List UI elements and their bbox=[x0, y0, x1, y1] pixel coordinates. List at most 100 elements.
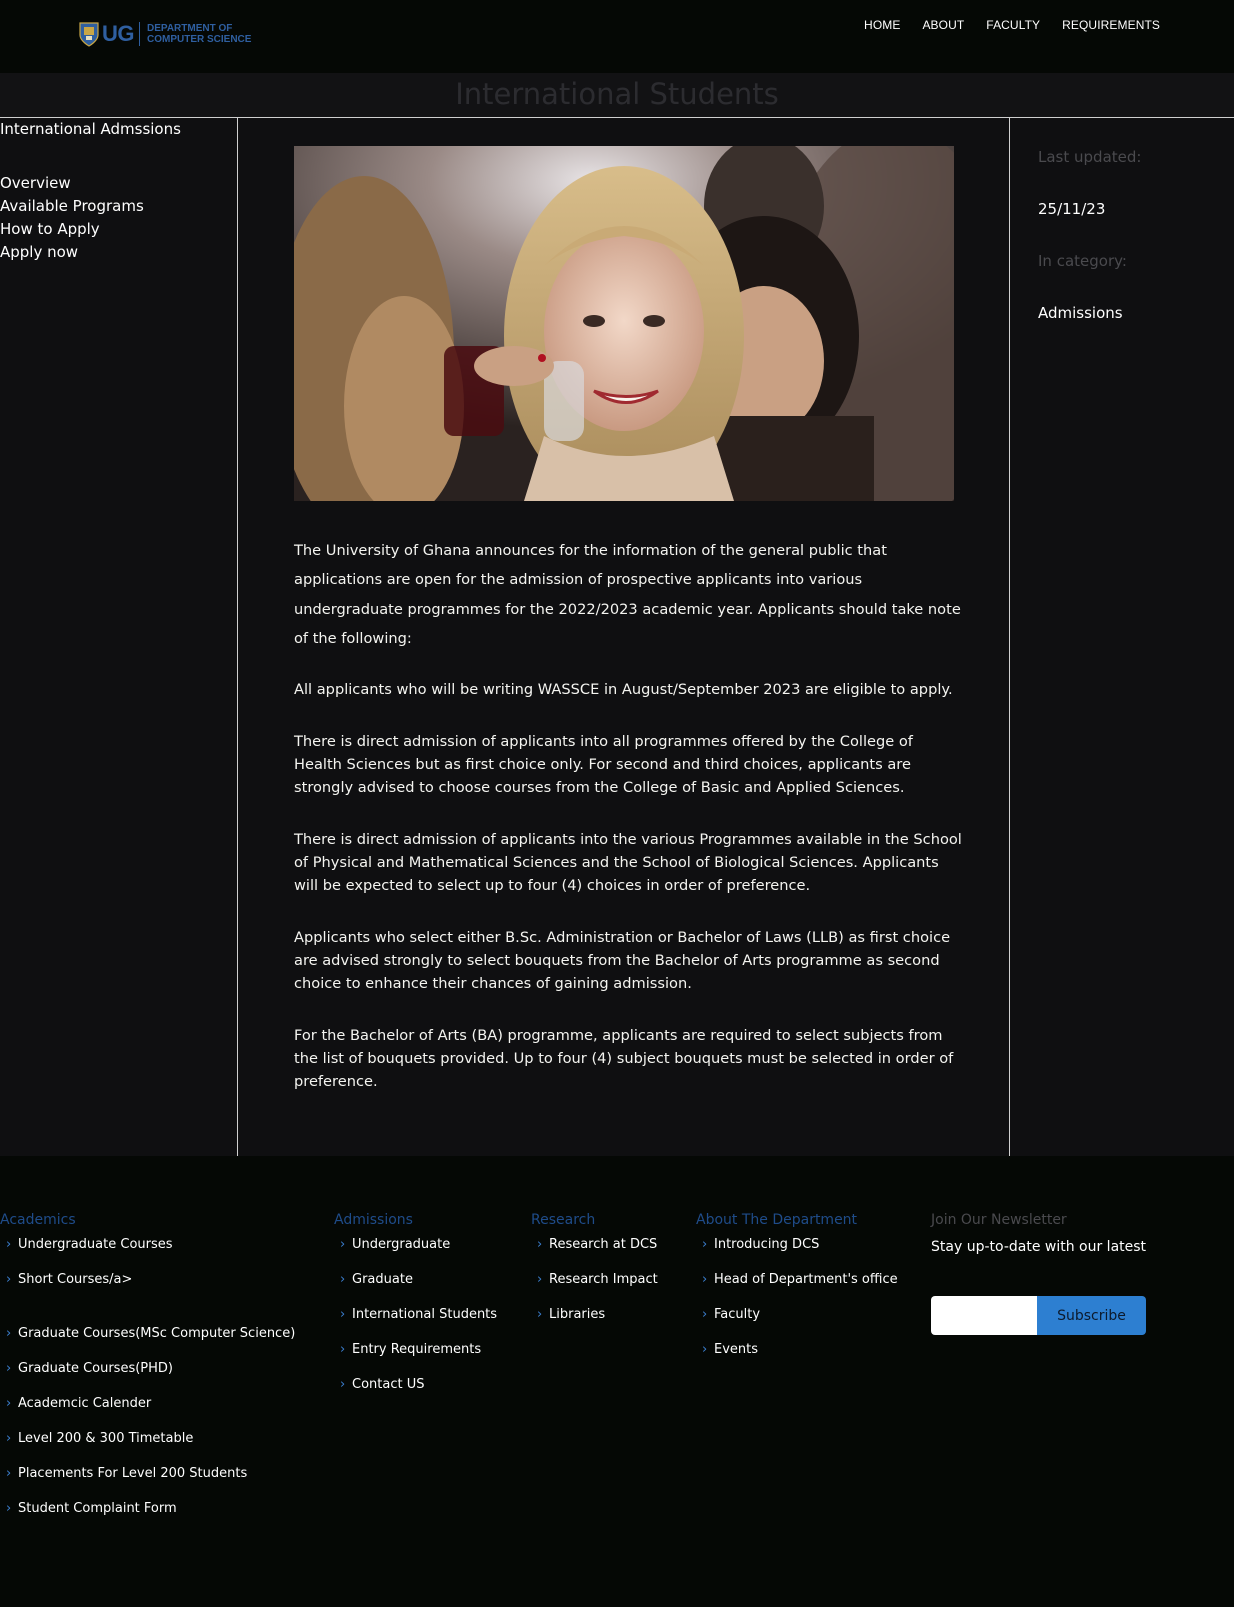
footer-link-label: Contact US bbox=[352, 1377, 425, 1392]
footer-link-label: Undergraduate bbox=[352, 1237, 451, 1252]
footer-admissions: Admissions › Undergraduate › Graduate › Inter… bbox=[334, 1212, 497, 1410]
footer-link[interactable]: › Events bbox=[696, 1340, 898, 1375]
logo-department: DEPARTMENT OF COMPUTER SCIENCE bbox=[147, 23, 251, 45]
chevron-right-icon: › bbox=[702, 1237, 708, 1252]
article-paragraph: There is direct admission of applicants … bbox=[294, 831, 962, 895]
category-label: In category: bbox=[1038, 252, 1127, 270]
footer-link-label: Short Courses/a> bbox=[18, 1272, 133, 1287]
footer-link[interactable]: › Student Complaint Form bbox=[0, 1499, 295, 1534]
chevron-right-icon: › bbox=[702, 1342, 708, 1357]
footer-link[interactable]: › Research at DCS bbox=[531, 1235, 658, 1270]
footer-link-label: Graduate Courses(MSc Computer Science) bbox=[18, 1326, 296, 1341]
chevron-right-icon: › bbox=[6, 1237, 12, 1252]
footer-link-label: Graduate Courses(PHD) bbox=[18, 1361, 173, 1376]
site-footer: Academics › Undergraduate Courses › Short C… bbox=[0, 1156, 1234, 1607]
footer-link[interactable]: › Introducing DCS bbox=[696, 1235, 898, 1270]
site-header: UG DEPARTMENT OF COMPUTER SCIENCE HOME A… bbox=[0, 0, 1234, 73]
footer-link-label: Student Complaint Form bbox=[18, 1501, 177, 1516]
subscribe-button[interactable]: Subscribe bbox=[1037, 1296, 1146, 1335]
footer-link[interactable]: › Contact US bbox=[334, 1375, 497, 1410]
chevron-right-icon: › bbox=[6, 1466, 12, 1481]
nav-about[interactable]: ABOUT bbox=[922, 18, 964, 32]
footer-link[interactable]: › Graduate bbox=[334, 1270, 497, 1305]
newsletter-tagline: Stay up-to-date with our latest bbox=[931, 1239, 1147, 1255]
footer-link-label: International Students bbox=[352, 1307, 498, 1322]
footer-link[interactable]: › Entry Requirements bbox=[334, 1340, 497, 1375]
chevron-right-icon: › bbox=[702, 1272, 708, 1287]
footer-link-label: Events bbox=[714, 1342, 759, 1357]
site-logo[interactable]: UG DEPARTMENT OF COMPUTER SCIENCE bbox=[79, 20, 251, 48]
footer-about-title: About The Department bbox=[696, 1212, 858, 1228]
footer-link[interactable]: › Libraries bbox=[531, 1305, 658, 1340]
article-body: The University of Ghana announces for th… bbox=[294, 536, 962, 1093]
chevron-right-icon: › bbox=[537, 1307, 543, 1322]
footer-link[interactable]: › Undergraduate Courses bbox=[0, 1235, 295, 1270]
crest-icon bbox=[79, 21, 99, 47]
footer-link-label: Libraries bbox=[549, 1307, 606, 1322]
footer-academics: Academics › Undergraduate Courses › Short C… bbox=[0, 1212, 295, 1534]
footer-link[interactable]: › Level 200 & 300 Timetable bbox=[0, 1429, 295, 1464]
article-paragraph: Applicants who select either B.Sc. Admin… bbox=[294, 929, 951, 993]
chevron-right-icon: › bbox=[340, 1272, 346, 1287]
nav-home[interactable]: HOME bbox=[864, 18, 900, 32]
newsletter-email-input[interactable] bbox=[931, 1296, 1037, 1335]
footer-link-label: Entry Requirements bbox=[352, 1342, 482, 1357]
chevron-right-icon: › bbox=[6, 1272, 12, 1287]
newsletter-form: Subscribe bbox=[931, 1296, 1146, 1335]
chevron-right-icon: › bbox=[6, 1431, 12, 1446]
sidebar-item-available-programs[interactable]: Available Programs bbox=[0, 195, 144, 218]
footer-research: Research › Research at DCS › Research Impac… bbox=[531, 1212, 658, 1340]
footer-link-label: Research Impact bbox=[549, 1272, 658, 1287]
footer-link-label: Research at DCS bbox=[549, 1237, 658, 1252]
sidebar-item-how-to-apply[interactable]: How to Apply bbox=[0, 218, 144, 241]
nav-faculty[interactable]: FACULTY bbox=[986, 18, 1040, 32]
sidebar-item-overview[interactable]: Overview bbox=[0, 172, 144, 195]
footer-link[interactable]: › International Students bbox=[334, 1305, 497, 1340]
students-photo bbox=[294, 146, 954, 501]
footer-link[interactable]: › Undergraduate bbox=[334, 1235, 497, 1270]
footer-link-label: Placements For Level 200 Students bbox=[18, 1466, 248, 1481]
footer-research-list: › Research at DCS › Research Impact › Librari… bbox=[531, 1235, 658, 1340]
footer-link[interactable]: › Academcic Calender bbox=[0, 1394, 295, 1429]
chevron-right-icon: › bbox=[537, 1272, 543, 1287]
footer-link-label: Head of Department's office bbox=[714, 1272, 898, 1287]
article-paragraph: For the Bachelor of Arts (BA) programme,… bbox=[294, 1027, 954, 1091]
nav-requirements[interactable]: REQUIREMENTS bbox=[1062, 18, 1160, 32]
footer-link[interactable]: › Graduate Courses(PHD) bbox=[0, 1359, 295, 1394]
footer-link[interactable]: › Placements For Level 200 Students bbox=[0, 1464, 295, 1499]
sidebar: International Admssions Overview Availab… bbox=[0, 118, 238, 1156]
footer-link[interactable]: › Head of Department's office bbox=[696, 1270, 898, 1305]
footer-link[interactable]: › Faculty bbox=[696, 1305, 898, 1340]
footer-link[interactable]: › Graduate Courses(MSc Computer Science) bbox=[0, 1324, 295, 1359]
footer-link[interactable]: › Research Impact bbox=[531, 1270, 658, 1305]
footer-link-label: Graduate bbox=[352, 1272, 413, 1287]
logo-divider bbox=[139, 22, 140, 46]
sidebar-title: International Admssions bbox=[0, 120, 181, 138]
title-band: International Students bbox=[0, 73, 1234, 118]
chevron-right-icon: › bbox=[537, 1237, 543, 1252]
footer-link-label: Level 200 & 300 Timetable bbox=[18, 1431, 194, 1446]
logo-abbrev: UG bbox=[102, 21, 135, 46]
sidebar-item-apply-now[interactable]: Apply now bbox=[0, 241, 144, 264]
chevron-right-icon: › bbox=[6, 1396, 12, 1411]
category-value[interactable]: Admissions bbox=[1038, 304, 1123, 322]
footer-link-label: Introducing DCS bbox=[714, 1237, 820, 1252]
chevron-right-icon: › bbox=[340, 1342, 346, 1357]
footer-link-label: Academcic Calender bbox=[18, 1396, 152, 1411]
footer-research-title: Research bbox=[531, 1212, 596, 1228]
footer-about: About The Department › Introducing DCS › He… bbox=[696, 1212, 898, 1375]
last-updated-value: 25/11/23 bbox=[1038, 200, 1106, 218]
newsletter: Join Our Newsletter Stay up-to-date with… bbox=[931, 1212, 1171, 1335]
article-paragraph: All applicants who will be writing WASSC… bbox=[294, 681, 953, 699]
footer-link[interactable]: › Short Courses/a> bbox=[0, 1270, 295, 1305]
footer-link-label: Faculty bbox=[714, 1307, 761, 1322]
footer-link-label: Undergraduate Courses bbox=[18, 1237, 173, 1252]
footer-academics-list: › Undergraduate Courses › Short Courses/a> ›… bbox=[0, 1235, 295, 1534]
chevron-right-icon: › bbox=[6, 1501, 12, 1516]
article-paragraph: There is direct admission of applicants … bbox=[294, 733, 913, 797]
main-nav: HOME ABOUT FACULTY REQUIREMENTS bbox=[842, 18, 1160, 32]
footer-about-list: › Introducing DCS › Head of Department's of… bbox=[696, 1235, 898, 1375]
chevron-right-icon: › bbox=[6, 1326, 12, 1341]
sidebar-menu: Overview Available Programs How to Apply… bbox=[0, 172, 144, 264]
chevron-right-icon: › bbox=[702, 1307, 708, 1322]
